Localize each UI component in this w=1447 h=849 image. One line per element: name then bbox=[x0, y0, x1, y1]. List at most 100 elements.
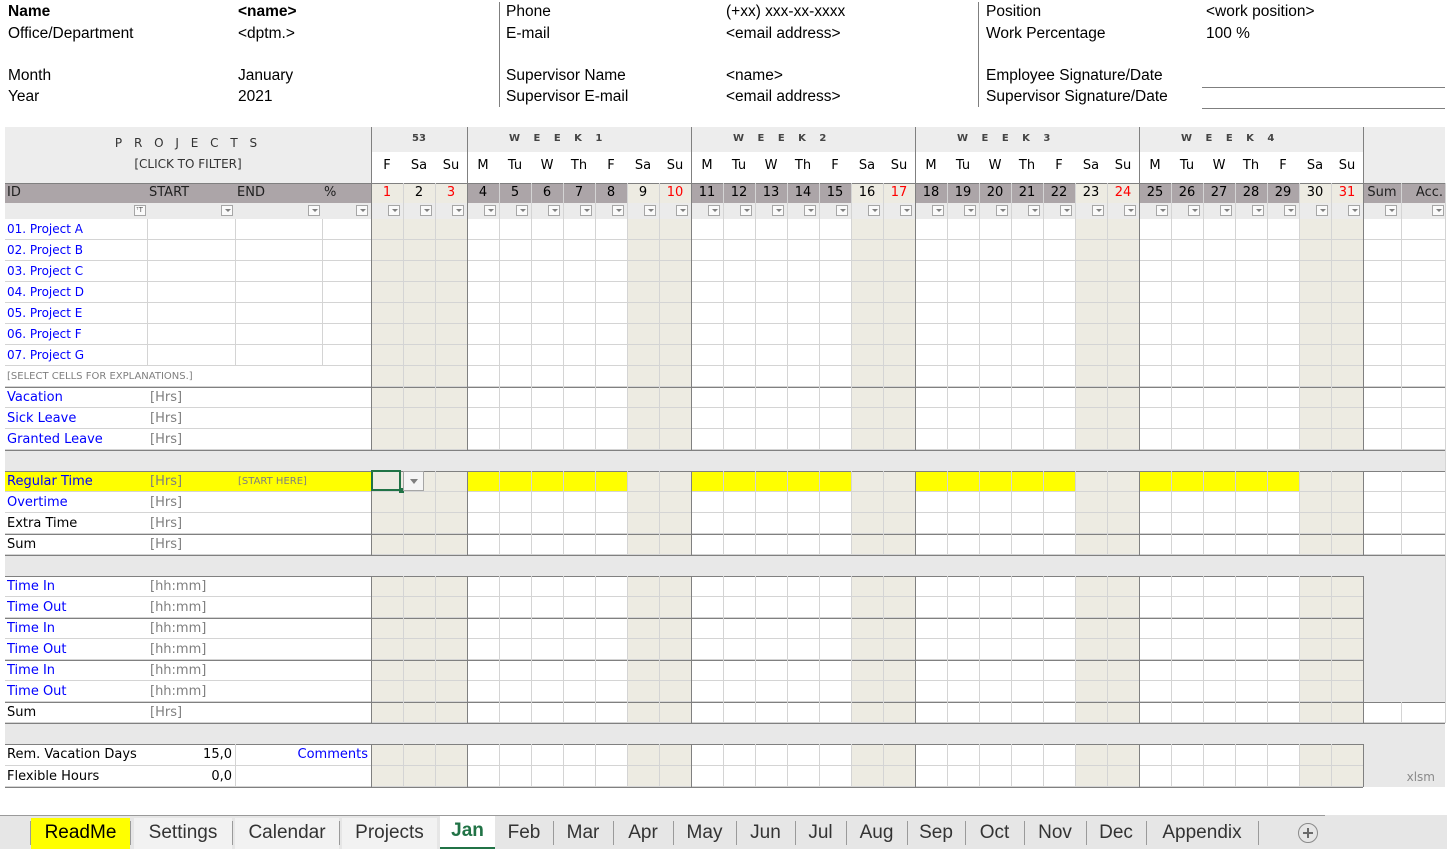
sort-filter-button[interactable] bbox=[134, 205, 146, 216]
selected-cell[interactable] bbox=[371, 470, 401, 491]
projects-filter-hint[interactable]: [CLICK TO FILTER] bbox=[5, 157, 371, 171]
grid-line bbox=[883, 576, 884, 723]
phone-value[interactable]: (+xx) xxx-xx-xxxx bbox=[726, 3, 845, 21]
add-sheet-button[interactable] bbox=[1298, 823, 1318, 843]
filter-button[interactable] bbox=[836, 205, 848, 216]
leave-label[interactable]: Granted Leave bbox=[7, 432, 103, 447]
clock-row-label[interactable]: Time In bbox=[7, 579, 55, 594]
filter-button[interactable] bbox=[1348, 205, 1360, 216]
filter-button[interactable] bbox=[772, 205, 784, 216]
leave-label[interactable]: Sick Leave bbox=[7, 411, 76, 426]
cell-dropdown-button[interactable] bbox=[403, 471, 424, 491]
day-name: W bbox=[764, 158, 778, 173]
project-id[interactable]: 01. Project A bbox=[7, 222, 145, 236]
sheet-tab-calendar[interactable]: Calendar bbox=[235, 818, 339, 849]
filter-button[interactable] bbox=[1432, 205, 1444, 216]
project-id[interactable]: 04. Project D bbox=[7, 285, 145, 299]
clock-row-label[interactable]: Time Out bbox=[7, 600, 67, 615]
sheet-tab-may[interactable]: May bbox=[673, 818, 736, 849]
sheet-tab-appendix[interactable]: Appendix bbox=[1146, 818, 1258, 849]
clock-row-label[interactable]: Time In bbox=[7, 663, 55, 678]
office-department-value[interactable]: <dptm.> bbox=[238, 25, 295, 43]
filter-button[interactable] bbox=[221, 205, 233, 216]
grid-line bbox=[531, 471, 532, 555]
filter-button[interactable] bbox=[420, 205, 432, 216]
filter-button[interactable] bbox=[388, 205, 400, 216]
sheet-tab-projects[interactable]: Projects bbox=[342, 818, 437, 849]
sheet-tab-dec[interactable]: Dec bbox=[1086, 818, 1146, 849]
filter-button[interactable] bbox=[708, 205, 720, 216]
name-value[interactable]: <name> bbox=[238, 3, 297, 21]
filter-button[interactable] bbox=[996, 205, 1008, 216]
filter-button[interactable] bbox=[1252, 205, 1264, 216]
filter-button[interactable] bbox=[452, 205, 464, 216]
filter-button[interactable] bbox=[356, 205, 368, 216]
e-mail-value[interactable]: <email address> bbox=[726, 25, 841, 43]
filter-button[interactable] bbox=[1156, 205, 1168, 216]
project-id[interactable]: 06. Project F bbox=[7, 327, 145, 341]
leave-label[interactable]: Vacation bbox=[7, 390, 63, 405]
comments-link[interactable]: Comments bbox=[235, 747, 368, 762]
month-value[interactable]: January bbox=[238, 67, 293, 85]
clock-row-label[interactable]: Time In bbox=[7, 621, 55, 636]
unit-label: [hh:mm] bbox=[150, 663, 207, 678]
sheet-tab-aug[interactable]: Aug bbox=[846, 818, 907, 849]
sheet-tab-nov[interactable]: Nov bbox=[1024, 818, 1086, 849]
filter-button[interactable] bbox=[1220, 205, 1232, 216]
filter-button[interactable] bbox=[1316, 205, 1328, 216]
sheet-tab-jul[interactable]: Jul bbox=[795, 818, 846, 849]
filter-button[interactable] bbox=[868, 205, 880, 216]
filter-button[interactable] bbox=[644, 205, 656, 216]
filter-button[interactable] bbox=[580, 205, 592, 216]
project-id[interactable]: 05. Project E bbox=[7, 306, 145, 320]
filter-button[interactable] bbox=[1060, 205, 1072, 216]
employee-signature-date-line[interactable] bbox=[1202, 87, 1445, 88]
filter-button[interactable] bbox=[612, 205, 624, 216]
filter-button[interactable] bbox=[548, 205, 560, 216]
filter-button[interactable] bbox=[676, 205, 688, 216]
project-id[interactable]: 07. Project G bbox=[7, 348, 145, 362]
filter-button[interactable] bbox=[900, 205, 912, 216]
filter-button[interactable] bbox=[804, 205, 816, 216]
grid-line bbox=[5, 680, 1363, 681]
sheet-tab-jan[interactable]: Jan bbox=[440, 816, 495, 849]
filter-button[interactable] bbox=[484, 205, 496, 216]
position-value[interactable]: <work position> bbox=[1206, 3, 1315, 21]
clock-row-label[interactable]: Time Out bbox=[7, 684, 67, 699]
filter-button[interactable] bbox=[308, 205, 320, 216]
filter-button[interactable] bbox=[1284, 205, 1296, 216]
year-value[interactable]: 2021 bbox=[238, 88, 272, 106]
time-row-label[interactable]: Overtime bbox=[7, 495, 68, 510]
supervisor-e-mail-value[interactable]: <email address> bbox=[726, 88, 841, 106]
day-number: 18 bbox=[922, 185, 940, 200]
filter-button[interactable] bbox=[516, 205, 528, 216]
grid-line bbox=[1171, 183, 1172, 450]
sheet-tab-feb[interactable]: Feb bbox=[495, 818, 553, 849]
filter-button[interactable] bbox=[1124, 205, 1136, 216]
filter-button[interactable] bbox=[740, 205, 752, 216]
sheet-tab-jun[interactable]: Jun bbox=[736, 818, 795, 849]
sheet-tab-readme[interactable]: ReadMe bbox=[31, 818, 130, 849]
work-percentage-value[interactable]: 100 % bbox=[1206, 25, 1250, 43]
filter-button[interactable] bbox=[1028, 205, 1040, 216]
project-id[interactable]: 02. Project B bbox=[7, 243, 145, 257]
day-number: 20 bbox=[986, 185, 1004, 200]
sheet-tab-apr[interactable]: Apr bbox=[613, 818, 673, 849]
project-id[interactable]: 03. Project C bbox=[7, 264, 145, 278]
time-row-label[interactable]: Regular Time bbox=[7, 474, 93, 489]
sheet-tab-mar[interactable]: Mar bbox=[553, 818, 613, 849]
filter-button[interactable] bbox=[932, 205, 944, 216]
filter-button[interactable] bbox=[964, 205, 976, 216]
filter-button[interactable] bbox=[1092, 205, 1104, 216]
sheet-tab-sep[interactable]: Sep bbox=[907, 818, 965, 849]
clock-row-label[interactable]: Time Out bbox=[7, 642, 67, 657]
supervisor-signature-date-line[interactable] bbox=[1202, 108, 1445, 109]
filter-button[interactable] bbox=[1188, 205, 1200, 216]
sheet-tab-settings[interactable]: Settings bbox=[134, 818, 232, 849]
summary-label: Rem. Vacation Days bbox=[7, 747, 137, 762]
filter-button[interactable] bbox=[1385, 205, 1397, 216]
grid-line bbox=[1203, 576, 1204, 723]
sheet-tab-oct[interactable]: Oct bbox=[965, 818, 1024, 849]
day-number: 23 bbox=[1082, 185, 1100, 200]
supervisor-name-value[interactable]: <name> bbox=[726, 67, 783, 85]
